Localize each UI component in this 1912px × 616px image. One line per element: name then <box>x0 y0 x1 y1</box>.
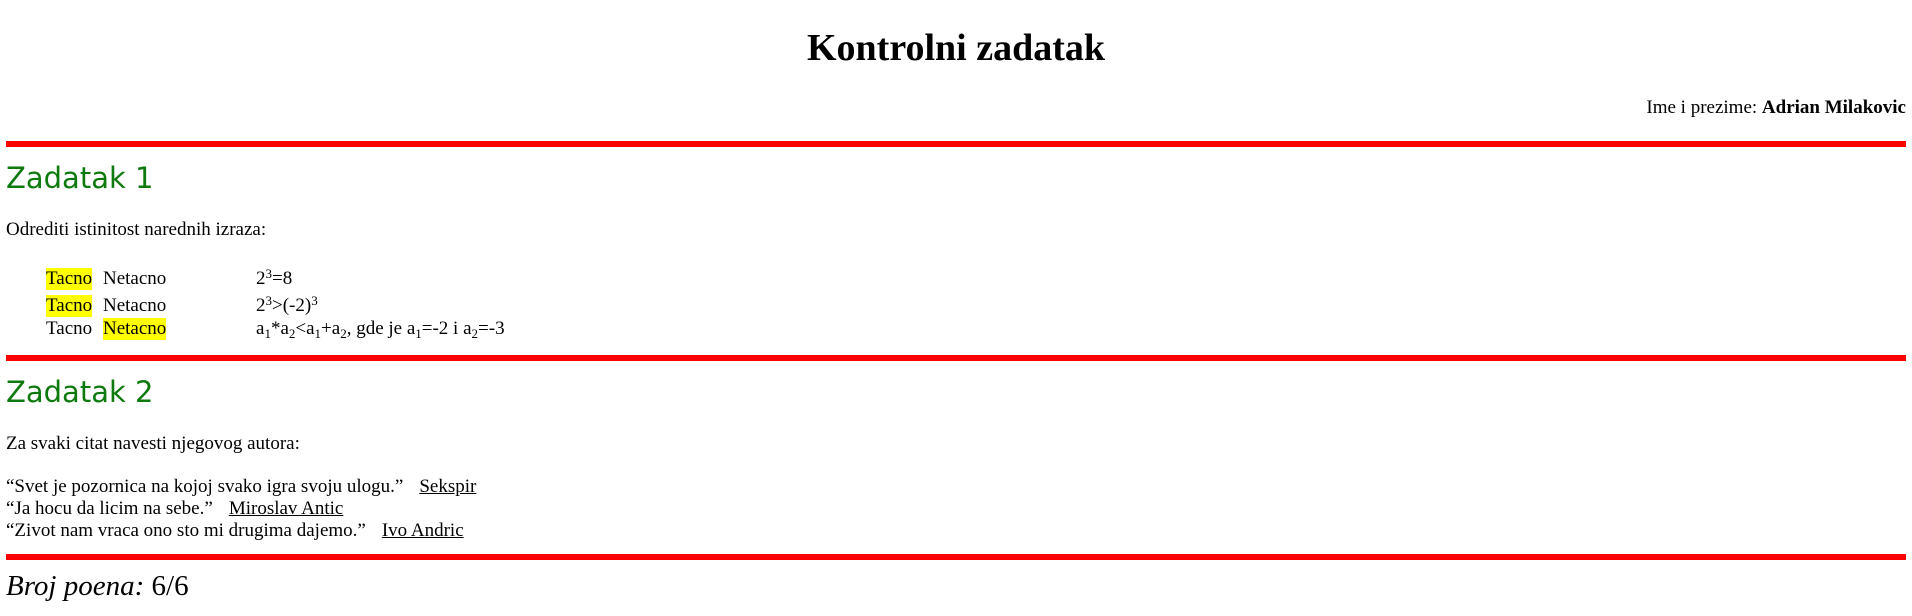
expression: a1*a2<a1+a2, gde je a1=-2 i a2=-3 <box>256 318 505 341</box>
task1-instruction: Odrediti istinitost narednih izraza: <box>6 219 267 240</box>
task2-instruction: Za svaki citat navesti njegovog autora: <box>6 433 300 454</box>
quote-text: “Zivot nam vraca ono sto mi drugima daje… <box>6 520 366 541</box>
student-name: Adrian Milakovic <box>1761 97 1906 118</box>
expression: 23=8 <box>256 266 293 289</box>
option-false[interactable]: Netacno <box>103 268 166 290</box>
page-title: Kontrolni zadatak <box>806 27 1106 69</box>
page: Kontrolni zadatak Ime i prezime: Adrian … <box>0 0 1912 616</box>
score: Broj poena: 6/6 <box>6 570 189 603</box>
student-info: Ime i prezime: Adrian Milakovic <box>1646 97 1906 119</box>
option-false[interactable]: Netacno <box>103 295 166 317</box>
option-true[interactable]: Tacno <box>46 318 92 340</box>
option-true[interactable]: Tacno <box>46 268 93 290</box>
quote-author-link[interactable]: Ivo Andric <box>382 520 464 541</box>
divider <box>6 141 1906 147</box>
quote-item: “Ja hocu da licim na sebe.” Miroslav Anti… <box>6 498 343 520</box>
quote-item: “Zivot nam vraca ono sto mi drugima daje… <box>6 520 464 542</box>
quote-author-link[interactable]: Sekspir <box>419 476 476 497</box>
quote-text: “Ja hocu da licim na sebe.” <box>6 498 213 519</box>
score-value: 6/6 <box>151 570 189 602</box>
divider <box>6 355 1906 361</box>
quote-text: “Svet je pozornica na kojoj svako igra s… <box>6 476 404 497</box>
option-false[interactable]: Netacno <box>103 318 167 340</box>
score-label: Broj poena: <box>6 570 145 602</box>
quote-item: “Svet je pozornica na kojoj svako igra s… <box>6 476 476 498</box>
task1-title: Zadatak 1 <box>6 161 154 195</box>
task2-title: Zadatak 2 <box>6 375 154 409</box>
divider <box>6 554 1906 560</box>
option-true[interactable]: Tacno <box>46 295 93 317</box>
quote-author-link[interactable]: Miroslav Antic <box>229 498 344 519</box>
student-label: Ime i prezime: <box>1646 97 1758 118</box>
expression: 23>(-2)3 <box>256 293 318 316</box>
